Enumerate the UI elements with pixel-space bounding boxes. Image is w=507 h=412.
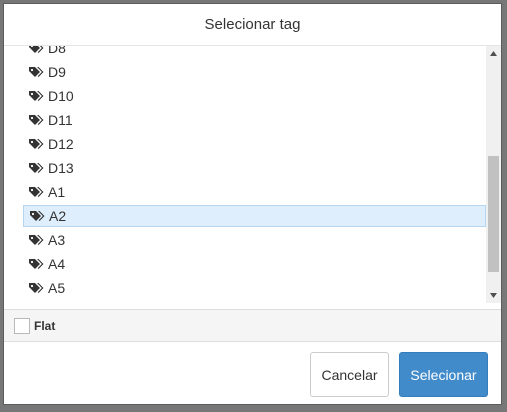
tag-label: D10 [48, 88, 74, 104]
tag-list-item[interactable]: A5 [23, 277, 486, 299]
tags-icon [29, 283, 44, 293]
tags-icon [29, 91, 44, 101]
tag-list-scrollbar[interactable] [486, 46, 501, 303]
tag-label: D8 [48, 46, 66, 56]
tag-label: D13 [48, 160, 74, 176]
select-tag-dialog: Selecionar tag D8 D9 D10 D11 D12 D13 A1 A2 A3 A4 A… [3, 3, 502, 405]
cancel-button[interactable]: Cancelar [310, 352, 389, 397]
tag-list-item[interactable]: D9 [23, 61, 486, 83]
tags-icon [29, 235, 44, 245]
tag-list-item[interactable]: D11 [23, 109, 486, 131]
tag-list-item[interactable]: A4 [23, 253, 486, 275]
scroll-up-button[interactable] [486, 46, 501, 61]
tag-list-item[interactable]: A2 [23, 205, 486, 227]
tag-label: A1 [48, 184, 66, 200]
tags-icon [29, 67, 44, 77]
tag-label: A3 [48, 232, 66, 248]
dialog-footer: Cancelar Selecionar [4, 342, 501, 404]
tag-label: D9 [48, 64, 66, 80]
tag-list-item[interactable]: D13 [23, 157, 486, 179]
tag-list-item[interactable]: D10 [23, 85, 486, 107]
tag-label: D11 [48, 112, 73, 128]
flat-label[interactable]: Flat [34, 319, 55, 333]
tag-label: A4 [48, 256, 66, 272]
tag-label: D12 [48, 136, 74, 152]
tag-list-item[interactable]: A1 [23, 181, 486, 203]
tag-list-item[interactable]: A3 [23, 229, 486, 251]
tags-icon [29, 46, 44, 53]
flat-checkbox[interactable] [14, 317, 30, 334]
scrollbar-thumb[interactable] [488, 156, 499, 272]
tag-label: A2 [49, 208, 67, 224]
dialog-header: Selecionar tag [4, 4, 501, 46]
tag-label: A5 [48, 280, 66, 296]
tags-icon [29, 139, 44, 149]
arrow-down-icon [490, 293, 497, 298]
select-button[interactable]: Selecionar [399, 352, 488, 397]
scroll-down-button[interactable] [486, 288, 501, 303]
tags-icon [29, 259, 44, 269]
tags-icon [30, 211, 45, 221]
tag-list-item[interactable]: D8 [23, 46, 486, 59]
tags-icon [29, 187, 44, 197]
tag-list[interactable]: D8 D9 D10 D11 D12 D13 A1 A2 A3 A4 A5 [4, 46, 501, 303]
tag-list-item[interactable]: D12 [23, 133, 486, 155]
flat-option-bar: Flat [4, 309, 501, 342]
tags-icon [29, 115, 44, 125]
arrow-up-icon [490, 51, 497, 56]
tags-icon [29, 163, 44, 173]
dialog-title: Selecionar tag [204, 16, 301, 33]
